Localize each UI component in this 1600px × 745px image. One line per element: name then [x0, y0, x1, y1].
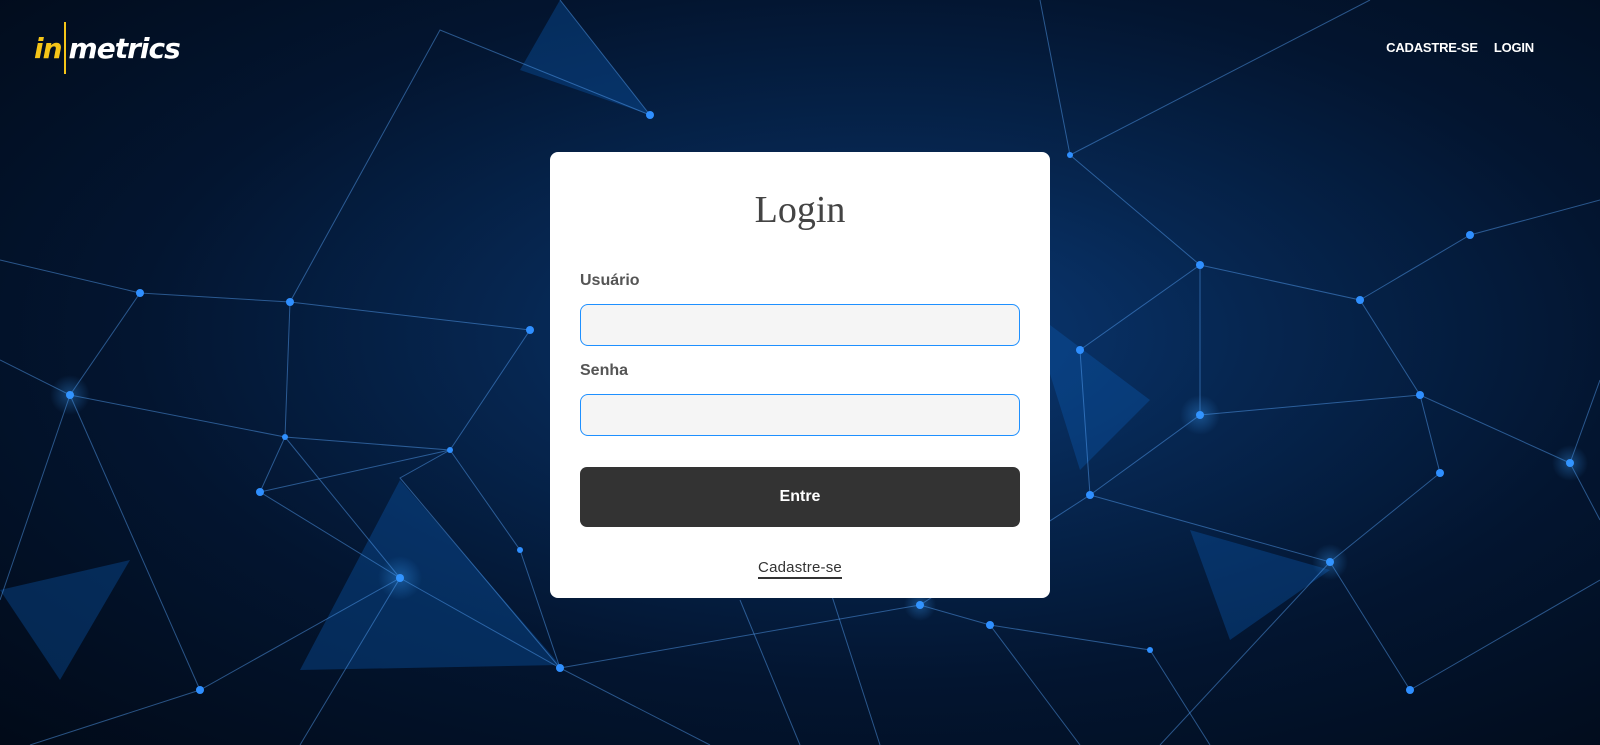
username-input[interactable] [580, 304, 1020, 346]
top-navbar: in metrics CADASTRE-SE LOGIN [0, 0, 1600, 90]
login-card: Login Usuário Senha Entre Cadastre-se [550, 152, 1050, 598]
logo-suffix: metrics [68, 31, 181, 65]
register-link[interactable]: Cadastre-se [758, 559, 842, 579]
nav-register-link[interactable]: CADASTRE-SE [1386, 40, 1478, 55]
login-title: Login [754, 189, 846, 231]
inmetrics-logo[interactable]: in metrics [34, 22, 181, 74]
login-submit-button[interactable]: Entre [580, 467, 1020, 527]
password-input[interactable] [580, 394, 1020, 436]
logo-prefix: in [34, 31, 63, 65]
nav-login-link[interactable]: LOGIN [1494, 40, 1534, 55]
nav-links: CADASTRE-SE LOGIN [1386, 40, 1534, 55]
register-link-container: Cadastre-se [580, 559, 1020, 579]
logo-divider [63, 22, 66, 74]
username-label: Usuário [580, 272, 640, 289]
password-label: Senha [580, 362, 629, 379]
